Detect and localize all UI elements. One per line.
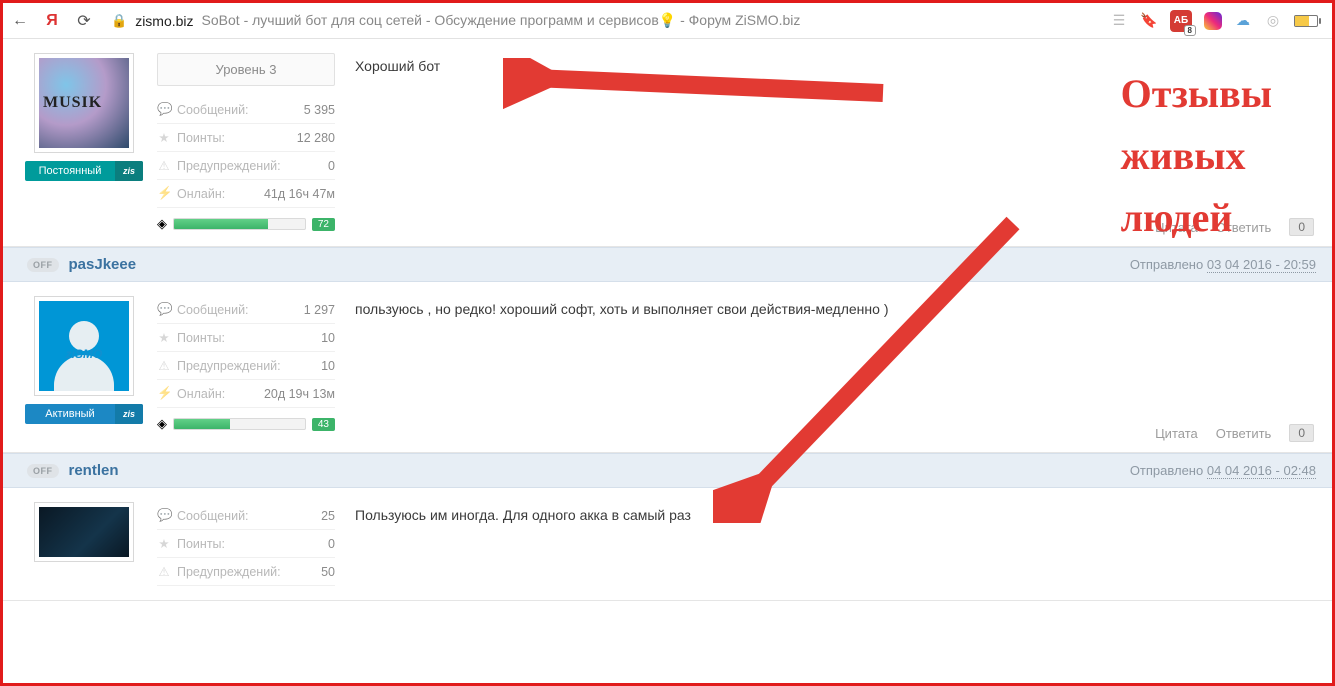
points-icon: ★ <box>157 330 171 345</box>
messages-icon: 💬 <box>157 102 171 117</box>
username-link[interactable]: pasJkeee <box>69 256 137 273</box>
lock-icon: 🔒 <box>111 13 127 29</box>
profile-icon[interactable]: ◎ <box>1264 12 1282 30</box>
post-sidebar: 💬Сообщений:25 ★Поинты:0 ⚠Предупреждений:… <box>3 488 345 600</box>
adblock-icon[interactable]: AБ 8 <box>1170 10 1192 32</box>
points-icon: ★ <box>157 536 171 551</box>
stat-points: 0 <box>328 537 335 551</box>
warnings-icon: ⚠ <box>157 158 171 173</box>
rank-badge: Активный zis <box>25 404 143 424</box>
url-domain: zismo.biz <box>135 13 193 29</box>
messages-icon: 💬 <box>157 302 171 317</box>
post-sidebar: ziSMO Активный zis 💬Сообщений:1 297 ★Пои… <box>3 282 345 452</box>
back-icon[interactable]: ← <box>11 12 29 30</box>
post-timestamp: Отправлено 04 04 2016 - 02:48 <box>1130 463 1316 478</box>
stat-points: 12 280 <box>297 131 335 145</box>
reply-button[interactable]: Ответить <box>1216 220 1272 235</box>
progress-row: ◈ 72 <box>157 208 335 232</box>
online-status-off: OFF <box>27 258 59 272</box>
post-header: OFF pasJkeee Отправлено 03 04 2016 - 20:… <box>3 247 1332 282</box>
messages-icon: 💬 <box>157 508 171 523</box>
page-title: SoBot - лучший бот для соц сетей - Обсуж… <box>202 12 801 29</box>
rank-badge: Постоянный zis <box>25 161 143 181</box>
avatar[interactable]: ziSMO <box>34 296 134 396</box>
warnings-icon: ⚠ <box>157 564 171 579</box>
stat-messages: 1 297 <box>304 303 335 317</box>
online-icon: ⚡ <box>157 186 171 201</box>
post-timestamp: Отправлено 03 04 2016 - 20:59 <box>1130 257 1316 272</box>
instagram-icon[interactable] <box>1204 12 1222 30</box>
post-text: пользуюсь , но редко! хороший софт, хоть… <box>355 300 1314 320</box>
stat-online: 20д 19ч 13м <box>264 387 335 401</box>
reply-count[interactable]: 0 <box>1289 424 1314 442</box>
browser-chrome: ← Я ⟳ 🔒 zismo.biz SoBot - лучший бот для… <box>3 3 1332 39</box>
forum-post: ziSMO Активный zis 💬Сообщений:1 297 ★Пои… <box>3 282 1332 453</box>
stat-online: 41д 16ч 47м <box>264 187 335 201</box>
online-status-off: OFF <box>27 464 59 478</box>
bookmark-icon[interactable]: 🔖 <box>1140 12 1158 30</box>
quote-button[interactable]: Цитата <box>1155 426 1198 441</box>
stat-points: 10 <box>321 331 335 345</box>
reload-icon[interactable]: ⟳ <box>75 11 93 31</box>
points-icon: ★ <box>157 130 171 145</box>
username-link[interactable]: rentlen <box>69 462 119 479</box>
progress-value: 43 <box>312 418 335 431</box>
warnings-icon: ⚠ <box>157 358 171 373</box>
url-bar[interactable]: 🔒 zismo.biz SoBot - лучший бот для соц с… <box>107 12 1096 29</box>
forum-post: Постоянный zis Уровень 3 💬Сообщений:5 39… <box>3 39 1332 247</box>
progress-value: 72 <box>312 218 335 231</box>
stat-warnings: 0 <box>328 159 335 173</box>
stat-messages: 5 395 <box>304 103 335 117</box>
adblock-count: 8 <box>1184 25 1196 36</box>
quote-button[interactable]: Цитата <box>1155 220 1198 235</box>
avatar[interactable] <box>34 502 134 562</box>
stat-warnings: 10 <box>321 359 335 373</box>
battery-icon <box>1294 15 1318 27</box>
level-badge: Уровень 3 <box>157 53 335 86</box>
reader-icon[interactable]: ☰ <box>1110 12 1128 30</box>
yandex-icon[interactable]: Я <box>43 12 61 30</box>
avatar[interactable] <box>34 53 134 153</box>
post-sidebar: Постоянный zis Уровень 3 💬Сообщений:5 39… <box>3 39 345 246</box>
post-text: Пользуюсь им иногда. Для одного акка в с… <box>355 506 1314 526</box>
post-text: Хороший бот <box>355 57 1314 77</box>
online-icon: ⚡ <box>157 386 171 401</box>
stat-warnings: 50 <box>321 565 335 579</box>
forum-post: 💬Сообщений:25 ★Поинты:0 ⚠Предупреждений:… <box>3 488 1332 601</box>
browser-right-icons: ☰ 🔖 AБ 8 ☁ ◎ <box>1110 10 1324 32</box>
diamond-icon: ◈ <box>157 216 167 232</box>
stat-messages: 25 <box>321 509 335 523</box>
diamond-icon: ◈ <box>157 416 167 432</box>
post-header: OFF rentlen Отправлено 04 04 2016 - 02:4… <box>3 453 1332 488</box>
cloud-icon[interactable]: ☁ <box>1234 12 1252 30</box>
progress-row: ◈ 43 <box>157 408 335 432</box>
reply-button[interactable]: Ответить <box>1216 426 1272 441</box>
reply-count[interactable]: 0 <box>1289 218 1314 236</box>
